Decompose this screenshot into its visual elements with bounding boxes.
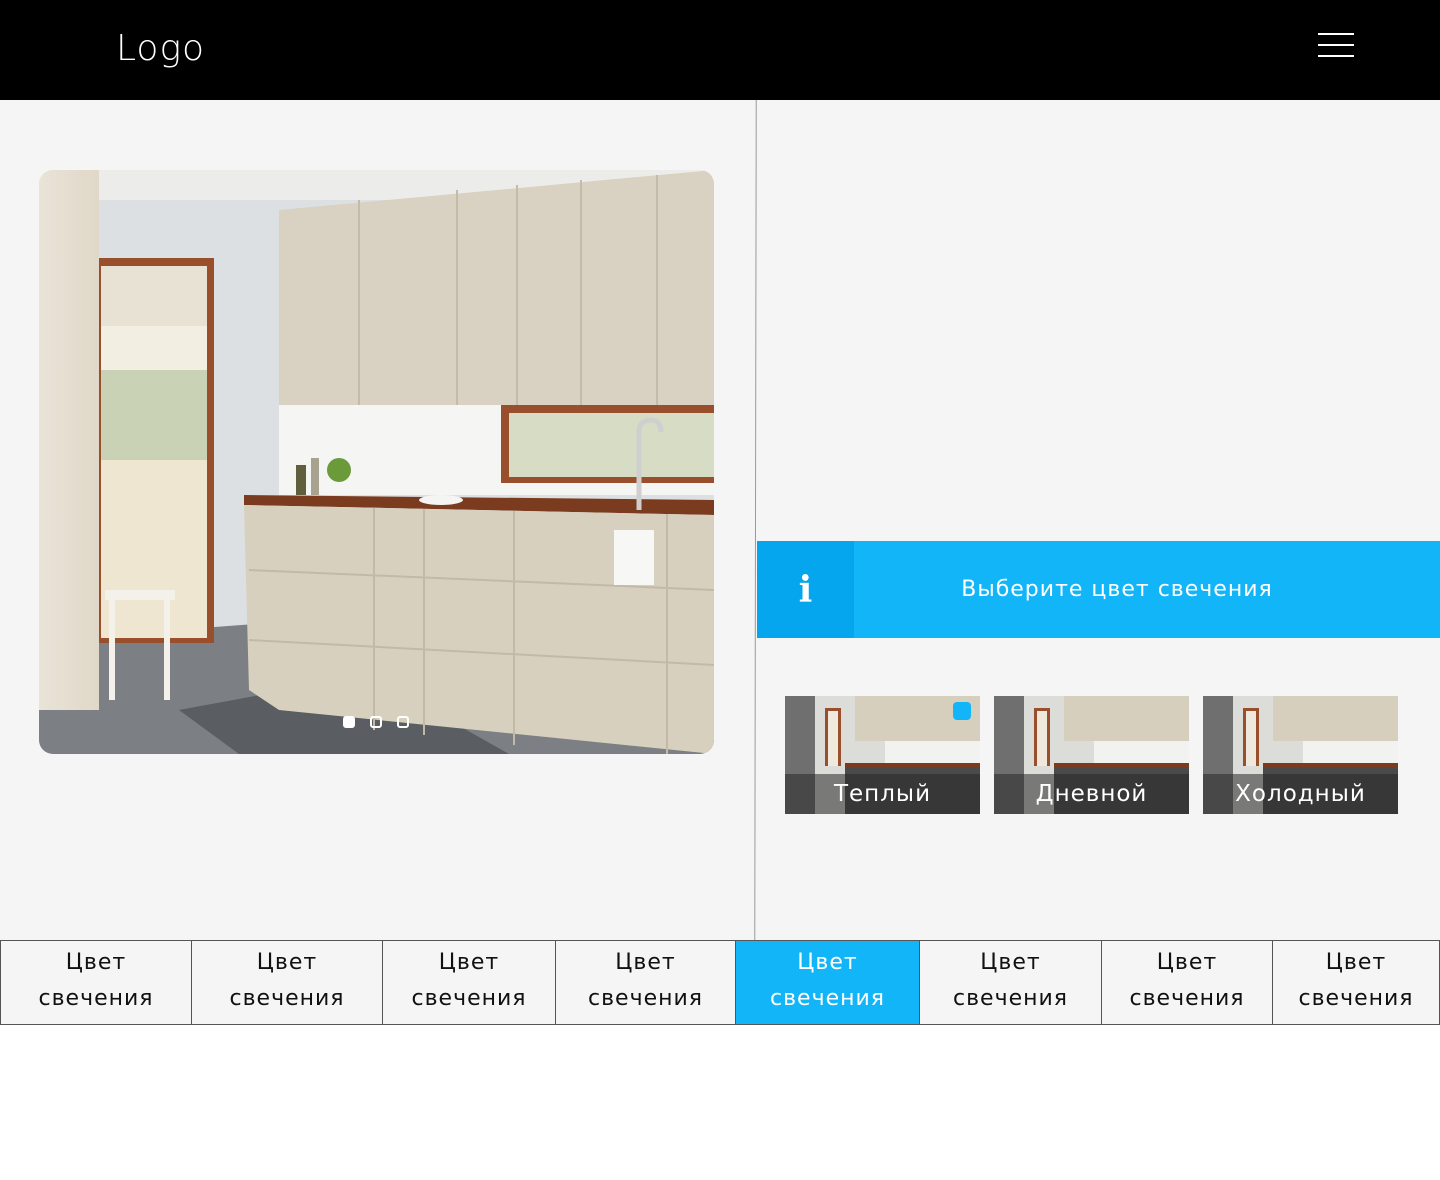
option-cold[interactable]: Холодный (1203, 696, 1398, 814)
option-label: Теплый (785, 774, 980, 814)
slider-dots (343, 716, 409, 728)
light-color-options: Теплый Дневной Холодный (785, 696, 1398, 814)
tab-7[interactable]: Цвет свечения (1101, 940, 1273, 1025)
option-daylight[interactable]: Дневной (994, 696, 1189, 814)
tab-6[interactable]: Цвет свечения (919, 940, 1102, 1025)
tab-1[interactable]: Цвет свечения (0, 940, 192, 1025)
kitchen-photo (39, 170, 714, 754)
option-label: Холодный (1203, 774, 1398, 814)
bottom-tabs: Цвет свечения Цвет свечения Цвет свечения Ц… (0, 940, 1440, 1025)
tab-3[interactable]: Цвет свечения (382, 940, 556, 1025)
slider-dot-1[interactable] (343, 716, 355, 728)
hamburger-menu-icon[interactable] (1316, 30, 1356, 62)
logo[interactable]: Logo (116, 28, 205, 69)
main-panel: i Выберите цвет свечения Теплый Дневной … (0, 100, 1440, 940)
info-icon: i (757, 541, 854, 638)
selected-marker (953, 702, 971, 720)
tab-8[interactable]: Цвет свечения (1272, 940, 1440, 1025)
tab-2[interactable]: Цвет свечения (191, 940, 383, 1025)
header: Logo (0, 0, 1440, 100)
tab-4[interactable]: Цвет свечения (555, 940, 736, 1025)
info-banner-text: Выберите цвет свечения (961, 577, 1273, 602)
option-label: Дневной (994, 774, 1189, 814)
vertical-divider (754, 100, 757, 940)
image-slider[interactable] (39, 170, 714, 754)
slider-dot-3[interactable] (397, 716, 409, 728)
tab-5[interactable]: Цвет свечения (735, 940, 920, 1025)
info-banner: i Выберите цвет свечения (757, 541, 1440, 638)
slider-dot-2[interactable] (370, 716, 382, 728)
option-warm[interactable]: Теплый (785, 696, 980, 814)
